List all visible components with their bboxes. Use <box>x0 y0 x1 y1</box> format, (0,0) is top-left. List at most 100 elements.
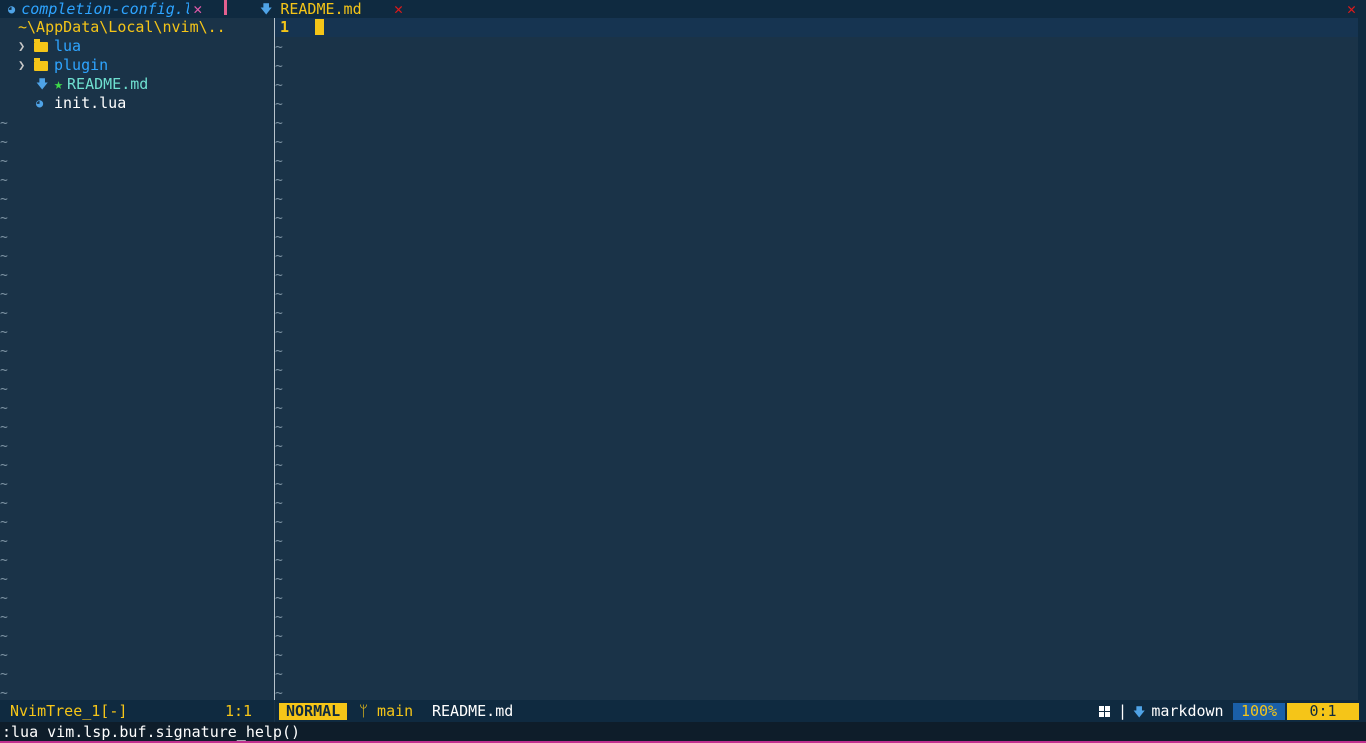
end-of-buffer-tilde: ~ <box>0 572 8 587</box>
end-of-buffer-tilde: ~ <box>275 306 283 321</box>
text-cursor <box>315 19 324 35</box>
end-of-buffer-tilde: ~ <box>0 325 8 340</box>
git-branch-icon: ᛘ <box>359 702 369 720</box>
end-of-buffer-tilde: ~ <box>0 439 8 454</box>
end-of-buffer-tilde: ~ <box>275 496 283 511</box>
end-of-buffer-tilde: ~ <box>0 363 8 378</box>
end-of-buffer-tilde: ~ <box>0 401 8 416</box>
tree-item-label: init.lua <box>54 94 127 112</box>
tree-root-path[interactable]: ~\AppData\Local\nvim\.. <box>18 18 226 37</box>
end-of-buffer-tilde: ~ <box>0 287 8 302</box>
markdown-icon: 🡇 <box>1133 705 1146 719</box>
end-of-buffer-tilde: ~ <box>0 591 8 606</box>
end-of-buffer-tilde: ~ <box>275 382 283 397</box>
end-of-buffer-tilde: ~ <box>275 287 283 302</box>
end-of-buffer-tilde: ~ <box>275 173 283 188</box>
tab-separator <box>224 0 227 15</box>
end-of-buffer-tilde: ~ <box>0 192 8 207</box>
chevron-right-icon[interactable]: ❯ <box>18 56 30 75</box>
end-of-buffer-tilde: ~ <box>275 515 283 530</box>
modified-star-icon: ★ <box>54 75 64 93</box>
editor-pane[interactable]: 1 ~ ~ ~ ~ ~ ~ ~ ~ ~ ~ ~ ~ ~ ~ ~ ~ ~ ~ ~ ~ ~ ~ ~ ~ ~ ~ ~ ~ ~ ~ ~ ~ ~ ~ ~ <box>275 18 1366 700</box>
folder-icon <box>34 57 48 71</box>
end-of-buffer-tilde: ~ <box>0 116 8 131</box>
markdown-icon: 🡇 <box>36 77 49 91</box>
end-of-buffer-tilde: ~ <box>275 420 283 435</box>
end-of-buffer-tilde: ~ <box>0 382 8 397</box>
tab-readme[interactable]: 🡇 README.md ✕ <box>256 0 412 18</box>
tree-item-label: lua <box>54 37 82 55</box>
tree-item-label: README.md <box>67 75 149 93</box>
end-of-buffer-tilde: ~ <box>0 420 8 435</box>
end-of-buffer-tilde: ~ <box>275 553 283 568</box>
end-of-buffer-tilde: ~ <box>0 534 8 549</box>
end-of-buffer-tilde: ~ <box>275 192 283 207</box>
end-of-buffer-tilde: ~ <box>0 249 8 264</box>
tree-item-readme[interactable]: 🡇 ★ README.md <box>0 75 148 94</box>
tree-cursor-position: 1:1 <box>225 701 253 720</box>
end-of-buffer-tilde: ~ <box>275 648 283 663</box>
tabline: ◕ completion-config.lua ✕ 🡇 README.md ✕ … <box>0 0 1366 18</box>
line-number: 1 <box>280 18 290 36</box>
cursor-line <box>275 18 1358 37</box>
filetype: 🡇 markdown <box>1133 702 1224 722</box>
markdown-icon: 🡇 <box>260 1 273 16</box>
end-of-buffer-tilde: ~ <box>275 439 283 454</box>
end-of-buffer-tilde: ~ <box>0 230 8 245</box>
tab-close-icon[interactable]: ✕ <box>394 0 403 19</box>
end-of-buffer-tilde: ~ <box>0 458 8 473</box>
tab-label: README.md <box>280 0 362 18</box>
end-of-buffer-tilde: ~ <box>275 534 283 549</box>
end-of-buffer-tilde: ~ <box>0 686 8 700</box>
tab-label: completion-config.lua <box>21 0 189 18</box>
lua-icon: ◕ <box>36 96 44 110</box>
end-of-buffer-tilde: ~ <box>275 230 283 245</box>
end-of-buffer-tilde: ~ <box>275 154 283 169</box>
end-of-buffer-tilde: ~ <box>275 78 283 93</box>
end-of-buffer-tilde: ~ <box>0 211 8 226</box>
end-of-buffer-tilde: ~ <box>0 667 8 682</box>
end-of-buffer-tilde: ~ <box>275 686 283 700</box>
end-of-buffer-tilde: ~ <box>275 610 283 625</box>
end-of-buffer-tilde: ~ <box>275 249 283 264</box>
git-branch: ᛘ main <box>359 702 413 721</box>
end-of-buffer-tilde: ~ <box>0 629 8 644</box>
tree-buffer-name: NvimTree_1[-] <box>10 701 128 720</box>
end-of-buffer-tilde: ~ <box>275 116 283 131</box>
tree-item-init-lua[interactable]: ◕ init.lua <box>0 94 126 113</box>
command-text: :lua vim.lsp.buf.signature_help() <box>2 723 301 741</box>
end-of-buffer-tilde: ~ <box>0 344 8 359</box>
statusline-separator: | <box>1118 702 1128 720</box>
file-tree: ~\AppData\Local\nvim\.. ❯ lua ❯ plugin 🡇… <box>0 18 273 700</box>
mode-indicator: NORMAL <box>279 703 348 720</box>
end-of-buffer-tilde: ~ <box>0 496 8 511</box>
lua-icon: ◕ <box>8 1 16 16</box>
end-of-buffer-tilde: ~ <box>0 154 8 169</box>
end-of-buffer-tilde: ~ <box>275 59 283 74</box>
end-of-buffer-tilde: ~ <box>275 477 283 492</box>
command-line[interactable]: :lua vim.lsp.buf.signature_help() <box>0 722 1366 743</box>
end-of-buffer-tilde: ~ <box>0 173 8 188</box>
git-branch-label: main <box>377 702 414 720</box>
end-of-buffer-tilde: ~ <box>0 268 8 283</box>
tab-close-icon[interactable]: ✕ <box>193 0 202 19</box>
end-of-buffer-tilde: ~ <box>275 363 283 378</box>
end-of-buffer-tilde: ~ <box>275 572 283 587</box>
end-of-buffer-tilde: ~ <box>275 40 283 55</box>
end-of-buffer-tilde: ~ <box>275 97 283 112</box>
scroll-percent: 100% <box>1233 703 1285 720</box>
end-of-buffer-tilde: ~ <box>0 477 8 492</box>
end-of-buffer-tilde: ~ <box>275 458 283 473</box>
end-of-buffer-tilde: ~ <box>275 344 283 359</box>
chevron-right-icon[interactable]: ❯ <box>18 37 30 56</box>
filetype-label: markdown <box>1151 702 1224 720</box>
tab-completion-config[interactable]: ◕ completion-config.lua ✕ <box>0 0 202 18</box>
scrollbar[interactable] <box>1358 18 1366 700</box>
folder-icon <box>34 38 48 52</box>
end-of-buffer-tilde: ~ <box>275 629 283 644</box>
close-all-icon[interactable]: ✕ <box>1347 0 1356 19</box>
tree-item-plugin[interactable]: ❯ plugin <box>0 56 108 75</box>
cursor-location: 0:1 <box>1287 703 1359 720</box>
statusline: NORMAL ᛘ main README.md | 🡇 markdown 100%… <box>275 700 1366 722</box>
tree-item-lua[interactable]: ❯ lua <box>0 37 81 56</box>
